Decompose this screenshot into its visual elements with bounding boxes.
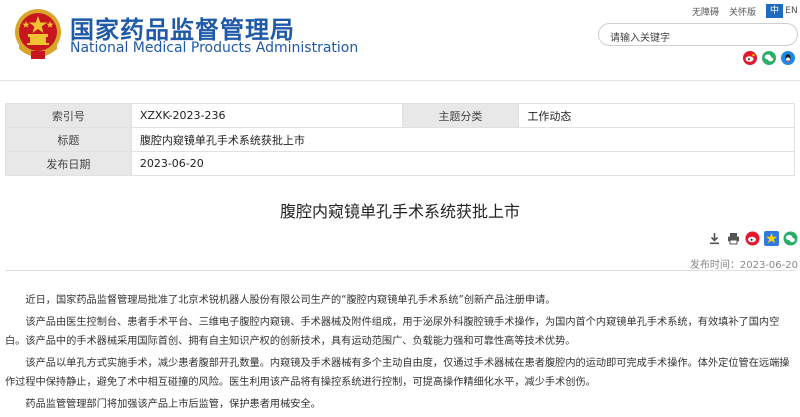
top-links: 无障碍 关怀版 中 EN: [692, 4, 800, 18]
meta-row-index: 索引号 XZXK-2023-236 主题分类 工作动态: [5, 103, 795, 128]
site-subtitle-english: National Medical Products Administration: [70, 40, 359, 56]
publish-time: 发布时间：2023-06-20: [689, 260, 798, 271]
paragraph: 该产品由医生控制台、患者手术平台、三维电子腹腔内窥镜、手术器械及附件组成，用于泌…: [5, 317, 780, 347]
lang-english-button[interactable]: EN: [783, 4, 800, 18]
site-header: 国家药品监督管理局 National Medical Products Admi…: [0, 0, 800, 80]
wechat-share-icon[interactable]: [783, 231, 798, 246]
weibo-icon[interactable]: [743, 51, 757, 65]
weibo-share-icon[interactable]: [745, 231, 760, 246]
title-label: 标题: [5, 127, 132, 152]
search-input[interactable]: 请输入关键字: [598, 23, 798, 46]
article-tools: [703, 231, 798, 246]
category-label: 主题分类: [401, 103, 520, 128]
article-meta-table: 索引号 XZXK-2023-236 主题分类 工作动态 标题 腹腔内窥镜单孔手术…: [5, 103, 796, 176]
category-value: 工作动态: [518, 103, 795, 128]
article-body: 近日，国家药品监督管理局批准了北京术锐机器人股份有限公司生产的“腹腔内窥镜单孔手…: [5, 291, 795, 417]
search-placeholder: 请输入关键字: [610, 33, 670, 44]
paragraph: 药品监管管理部门将加强该产品上市后监管，保护患者用械安全。: [25, 399, 321, 410]
meta-row-date: 发布日期 2023-06-20: [5, 151, 796, 176]
header-divider: [0, 80, 800, 81]
index-number-value: XZXK-2023-236: [130, 103, 403, 128]
wechat-icon[interactable]: [762, 51, 776, 65]
accessibility-link[interactable]: 无障碍: [692, 5, 719, 18]
publish-date-value: 2023-06-20: [130, 151, 796, 176]
article-title: 腹腔内窥镜单孔手术系统获批上市: [279, 202, 520, 221]
national-emblem-icon[interactable]: [13, 7, 63, 61]
meta-row-title: 标题 腹腔内窥镜单孔手术系统获批上市: [5, 127, 796, 152]
download-icon[interactable]: [707, 231, 722, 246]
paragraph: 近日，国家药品监督管理局批准了北京术锐机器人股份有限公司生产的“腹腔内窥镜单孔手…: [25, 295, 556, 306]
favorite-star-icon[interactable]: [764, 231, 779, 246]
lang-chinese-button[interactable]: 中: [766, 4, 783, 18]
index-number-label: 索引号: [5, 103, 132, 128]
elder-mode-link[interactable]: 关怀版: [729, 5, 756, 18]
print-icon[interactable]: [726, 231, 741, 246]
qq-icon[interactable]: [781, 51, 795, 65]
publish-date-label: 发布日期: [5, 151, 132, 176]
article-divider: [5, 270, 795, 271]
social-links: [738, 51, 795, 65]
paragraph: 该产品以单孔方式实施手术，减少患者腹部开孔数量。内窥镜及手术器械有多个主动自由度…: [5, 358, 790, 388]
title-value: 腹腔内窥镜单孔手术系统获批上市: [130, 127, 796, 152]
